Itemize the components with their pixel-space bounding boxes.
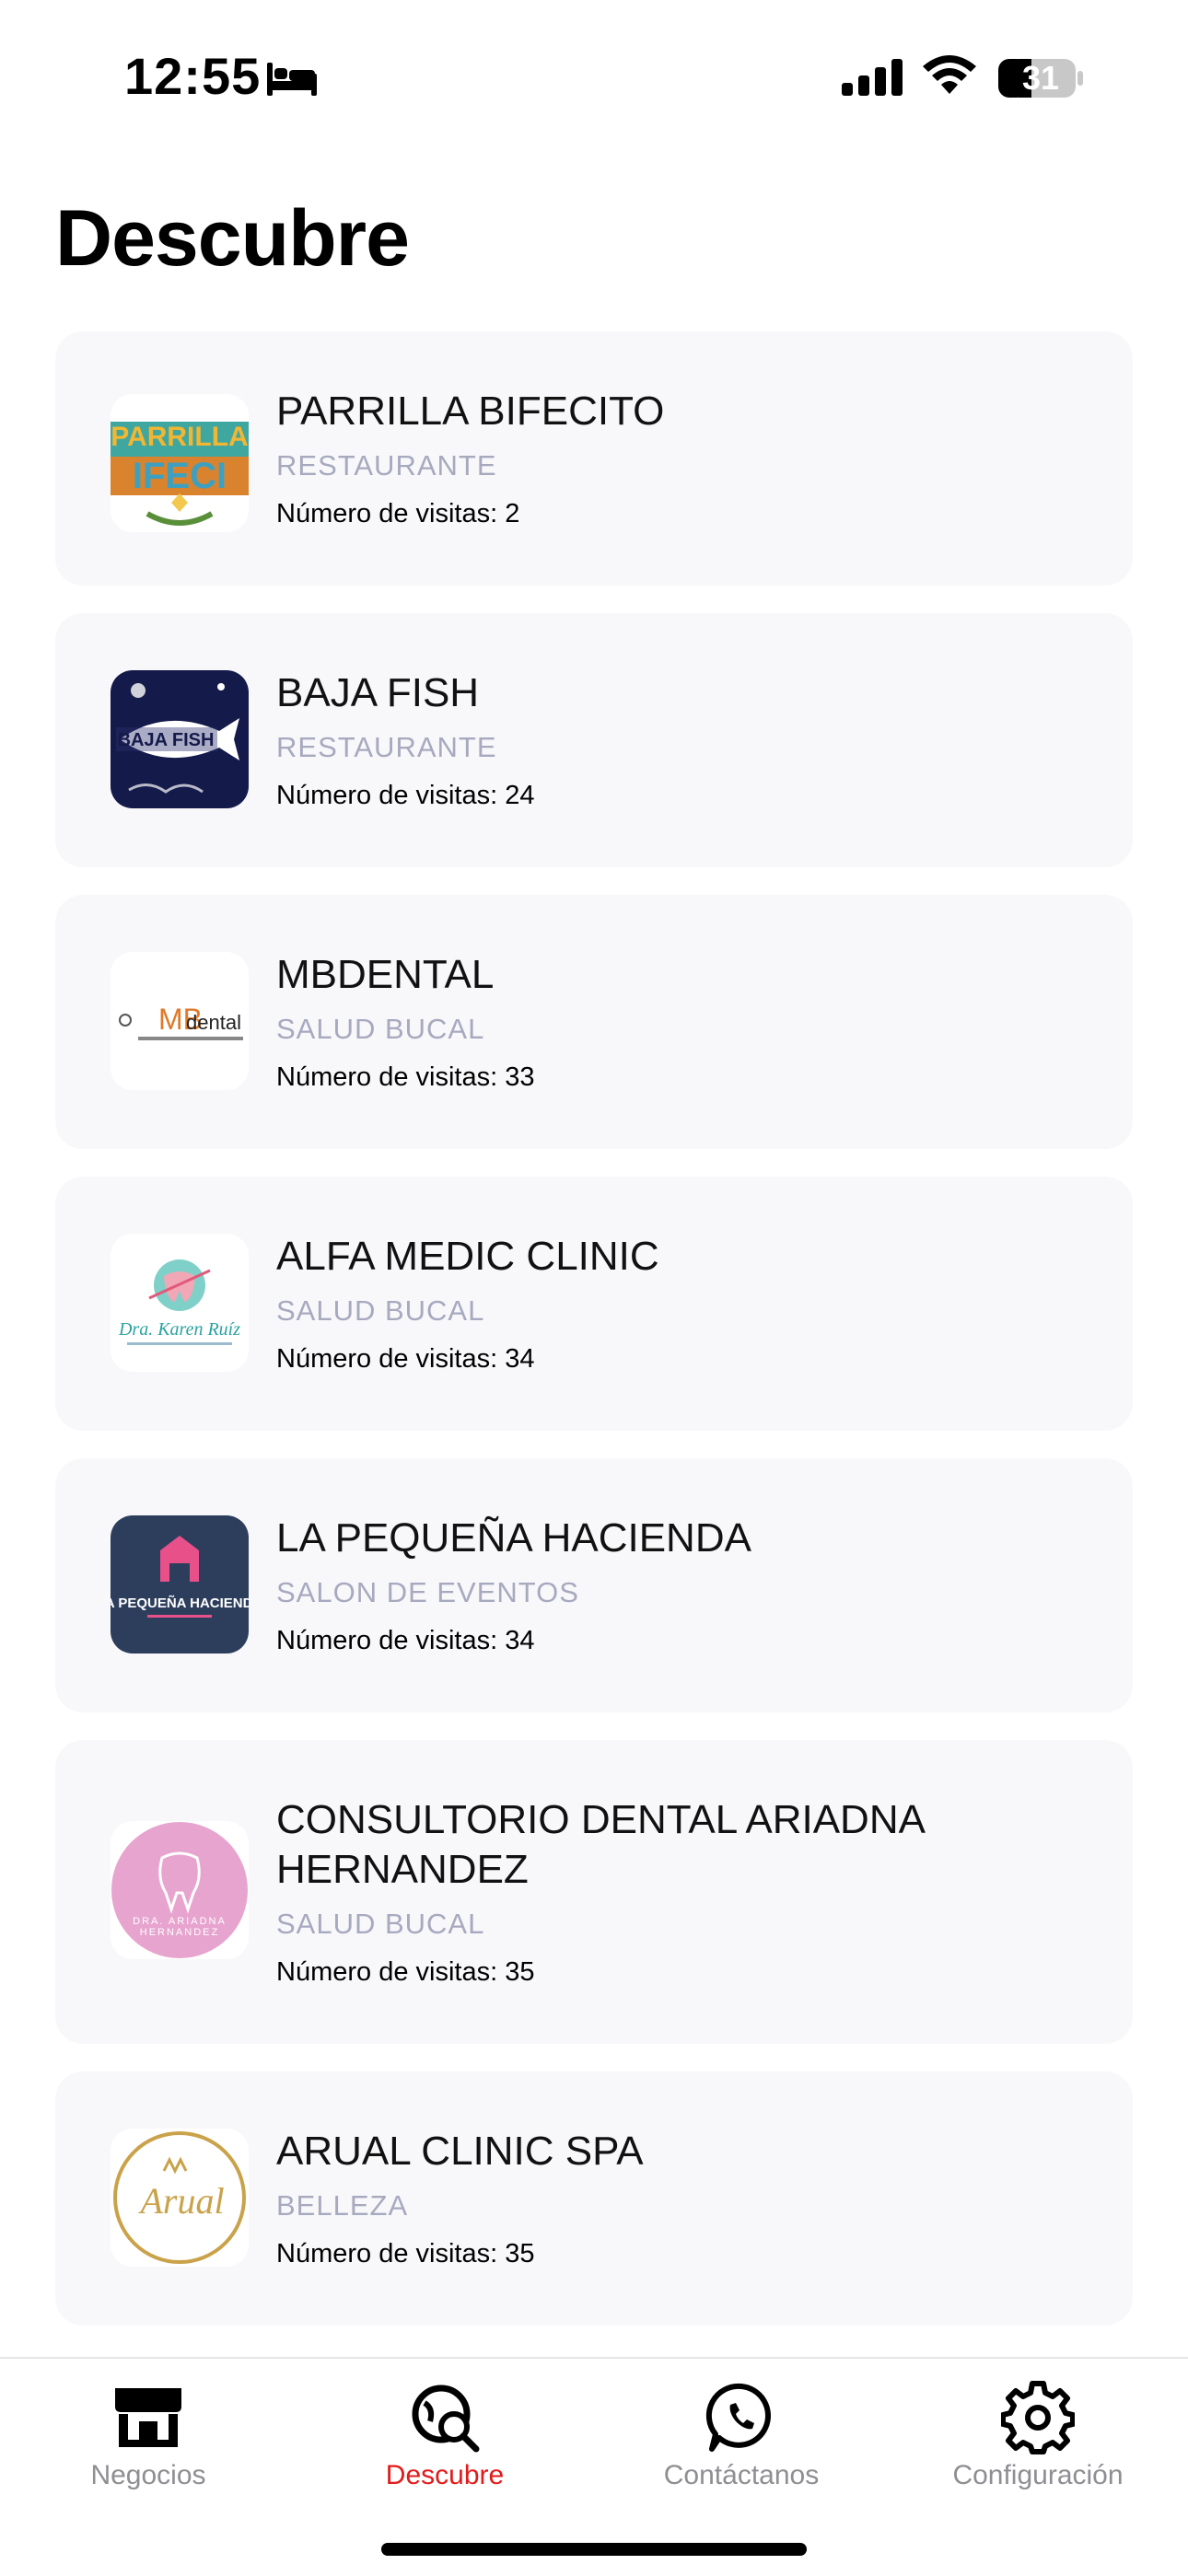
business-card[interactable]: DRA. ARIADNA HERNANDEZ CONSULTORIO DENTA… [55,1740,1133,2044]
tab-label: Descubre [385,2460,505,2490]
svg-text:dental: dental [186,1011,241,1034]
whatsapp-icon [705,2383,771,2452]
business-card[interactable]: Dra. Karen Ruíz ALFA MEDIC CLINIC SALUD … [55,1177,1133,1431]
gear-icon [1001,2381,1075,2454]
business-category: SALON DE EVENTOS [276,1576,579,1608]
sleep-bed-icon [267,63,317,96]
business-card[interactable]: Arual ARUAL CLINIC SPA BELLEZA Número de… [55,2071,1133,2326]
business-category: SALUD BUCAL [276,1294,485,1327]
business-name: CONSULTORIO DENTAL ARIADNA HERNANDEZ [276,1797,924,1892]
business-category: RESTAURANTE [276,449,497,482]
business-name: MBDENTAL [276,952,495,997]
cellular-signal-icon [842,59,903,96]
business-name: ALFA MEDIC CLINIC [276,1234,659,1279]
business-visits: Número de visitas: 24 [276,781,535,810]
business-visits: Número de visitas: 34 [276,1344,535,1374]
business-visits: Número de visitas: 35 [276,2239,535,2269]
svg-text:HERNANDEZ: HERNANDEZ [140,1927,219,1938]
status-bar: 12:55 31 [0,0,1188,157]
tab-label: Negocios [90,2460,206,2490]
business-name: LA PEQUEÑA HACIENDA [276,1515,751,1561]
business-category: RESTAURANTE [276,731,497,763]
tab-label: Configuración [952,2460,1124,2490]
discover-search-icon [412,2385,480,2453]
svg-text:DRA. ARIADNA: DRA. ARIADNA [133,1916,227,1927]
business-category: SALUD BUCAL [276,1908,485,1940]
tab-contactanos[interactable]: Contáctanos [593,2359,890,2490]
svg-text:PARRILLA: PARRILLA [111,422,248,452]
business-visits: Número de visitas: 34 [276,1626,535,1655]
business-logo: DRA. ARIADNA HERNANDEZ [111,1821,249,1959]
status-time: 12:55 [124,47,262,105]
tab-label: Contáctanos [663,2460,820,2490]
svg-text:Dra. Karen Ruíz: Dra. Karen Ruíz [118,1319,240,1340]
business-name: BAJA FISH [276,670,480,715]
tab-negocios[interactable]: Negocios [0,2359,297,2490]
tab-configuracion[interactable]: Configuración [890,2359,1186,2490]
business-logo: MB dental [111,952,249,1090]
business-logo: LA PEQUEÑA HACIENDA [111,1515,249,1654]
business-logo: PARRILLA IFECI [111,394,249,532]
business-card[interactable]: LA PEQUEÑA HACIENDA LA PEQUEÑA HACIENDA … [55,1458,1133,1712]
svg-text:LA PEQUEÑA HACIENDA: LA PEQUEÑA HACIENDA [111,1595,249,1611]
business-logo: BAJA FISH [111,670,249,808]
wifi-icon [923,55,976,94]
business-logo: Arual [111,2129,249,2267]
business-category: SALUD BUCAL [276,1013,485,1045]
business-card[interactable]: BAJA FISH BAJA FISH RESTAURANTE Número d… [55,613,1133,867]
business-name: PARRILLA BIFECITO [276,389,665,434]
svg-text:Arual: Arual [137,2180,224,2222]
tab-descubre[interactable]: Descubre [297,2359,593,2490]
svg-text:BAJA FISH: BAJA FISH [118,730,215,750]
svg-text:IFECI: IFECI [133,456,227,496]
business-card[interactable]: PARRILLA IFECI PARRILLA BIFECITO RESTAUR… [55,331,1133,586]
business-category: BELLEZA [276,2189,409,2222]
business-name: ARUAL CLINIC SPA [276,2129,644,2174]
business-card[interactable]: MB dental MBDENTAL SALUD BUCAL Número de… [55,895,1133,1149]
battery-level: 31 [1021,59,1060,97]
home-indicator[interactable] [381,2543,807,2556]
page-title: Descubre [55,194,410,283]
business-visits: Número de visitas: 2 [276,499,520,528]
business-logo: Dra. Karen Ruíz [111,1234,249,1372]
business-visits: Número de visitas: 35 [276,1957,535,1987]
business-visits: Número de visitas: 33 [276,1062,535,1092]
store-icon [115,2388,181,2447]
